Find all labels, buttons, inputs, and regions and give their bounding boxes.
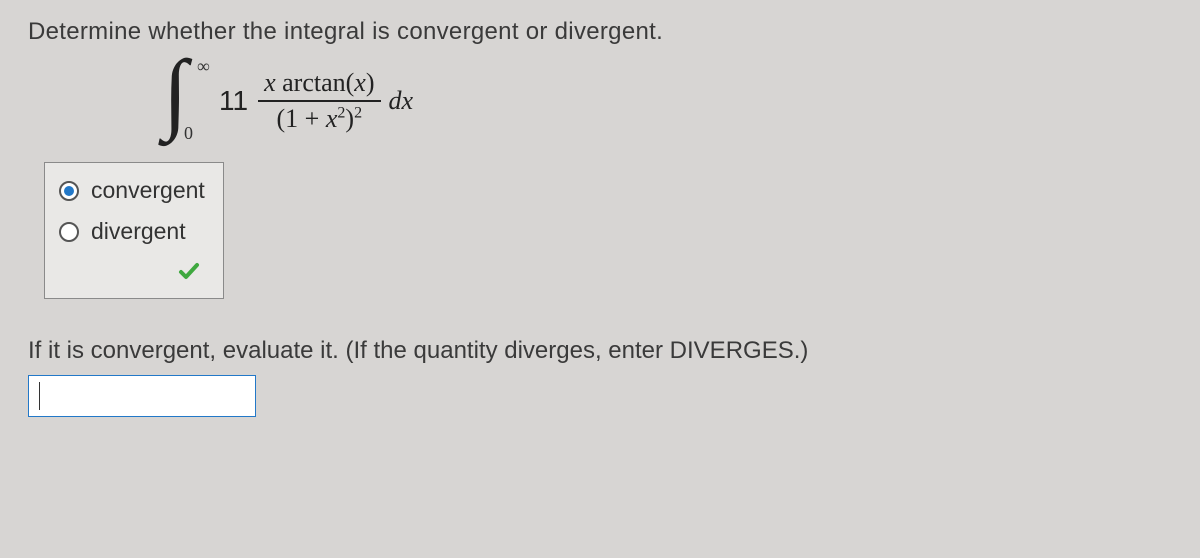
question-prompt: Determine whether the integral is conver… — [28, 18, 1172, 46]
numerator-close: ) — [366, 68, 375, 97]
option-convergent[interactable]: convergent — [59, 177, 205, 204]
fraction-numerator: x arctan(x) — [258, 68, 380, 102]
radio-divergent[interactable] — [59, 222, 79, 242]
integral-upper-bound: ∞ — [197, 56, 210, 77]
numerator-arg: x — [354, 68, 366, 97]
radio-convergent[interactable] — [59, 181, 79, 201]
integral-glyph: ∫ — [163, 52, 188, 134]
option-divergent[interactable]: divergent — [59, 218, 205, 245]
numerator-fn: arctan( — [282, 68, 354, 97]
answer-input-wrap[interactable] — [28, 375, 256, 417]
text-caret — [39, 382, 40, 410]
correct-checkmark-icon — [59, 259, 205, 288]
differential: dx — [389, 86, 414, 116]
option-label-divergent: divergent — [91, 218, 186, 245]
answer-options-box: convergent divergent — [44, 162, 224, 299]
integral-fraction: x arctan(x) (1 + x2)2 — [258, 68, 380, 134]
followup-prompt: If it is convergent, evaluate it. (If th… — [28, 337, 1172, 365]
option-label-convergent: convergent — [91, 177, 205, 204]
numerator-x: x — [264, 68, 276, 97]
integral-coefficient: 11 — [219, 85, 248, 117]
fraction-denominator: (1 + x2)2 — [277, 102, 363, 134]
integral-expression: ∫ ∞ 0 11 x arctan(x) (1 + x2)2 dx — [163, 60, 1172, 142]
integral-sign: ∫ ∞ 0 — [163, 60, 211, 142]
integral-lower-bound: 0 — [184, 123, 193, 144]
answer-input[interactable] — [29, 376, 255, 416]
